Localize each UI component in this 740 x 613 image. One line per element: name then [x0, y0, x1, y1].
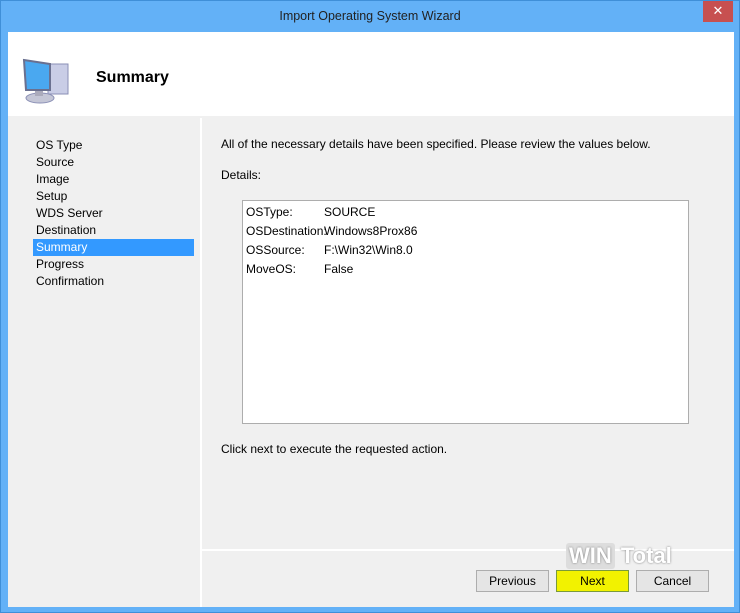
- detail-key: OSDestination:: [246, 224, 327, 238]
- detail-value: False: [324, 262, 354, 276]
- nav-item[interactable]: Confirmation: [33, 273, 194, 290]
- detail-key: OSSource:: [246, 243, 305, 257]
- nav-item[interactable]: Image: [33, 171, 194, 188]
- detail-row: OSType: SOURCE: [246, 203, 375, 222]
- previous-button[interactable]: Previous: [476, 570, 549, 592]
- step-nav-pane: OS Type Source Image Setup WDS Server Destina…: [8, 118, 199, 607]
- detail-row: OSSource: F:\Win32\Win8.0: [246, 241, 413, 260]
- detail-key: OSType:: [246, 205, 293, 219]
- close-button[interactable]: ✕: [703, 1, 733, 22]
- page-title: Summary: [96, 69, 169, 86]
- detail-key: MoveOS:: [246, 262, 297, 276]
- nav-item[interactable]: OS Type: [33, 137, 194, 154]
- header: Summary: [8, 32, 734, 116]
- content-pane: All of the necessary details have been s…: [202, 118, 734, 607]
- window-title: Import Operating System Wizard: [279, 9, 461, 23]
- details-box[interactable]: OSType: SOURCE OSDestination:Windows8Prox8…: [242, 200, 689, 424]
- detail-value: F:\Win32\Win8.0: [324, 243, 413, 257]
- client-area: Summary OS Type Source Image Setup WDS Serve…: [8, 32, 734, 607]
- detail-row: OSDestination:Windows8Prox86: [246, 222, 417, 241]
- nav-item[interactable]: Summary: [33, 239, 194, 256]
- nav-item[interactable]: Setup: [33, 188, 194, 205]
- footer-text: Click next to execute the requested acti…: [221, 442, 448, 456]
- cancel-button[interactable]: Cancel: [636, 570, 709, 592]
- detail-value: SOURCE: [324, 205, 376, 219]
- computer-icon: [22, 58, 69, 104]
- wizard-window: Import Operating System Wizard ✕ Summary…: [0, 0, 740, 613]
- nav-item[interactable]: Source: [33, 154, 194, 171]
- nav-item[interactable]: Progress: [33, 256, 194, 273]
- nav-item[interactable]: Destination: [33, 222, 194, 239]
- wintotal-watermark: WIN Total: [566, 543, 672, 569]
- next-button[interactable]: Next: [556, 570, 629, 592]
- intro-text: All of the necessary details have been s…: [221, 137, 651, 151]
- detail-row: MoveOS: False: [246, 260, 353, 279]
- nav-item[interactable]: WDS Server: [33, 205, 194, 222]
- detail-value: Windows8Prox86: [324, 224, 418, 238]
- details-label: Details:: [221, 168, 262, 182]
